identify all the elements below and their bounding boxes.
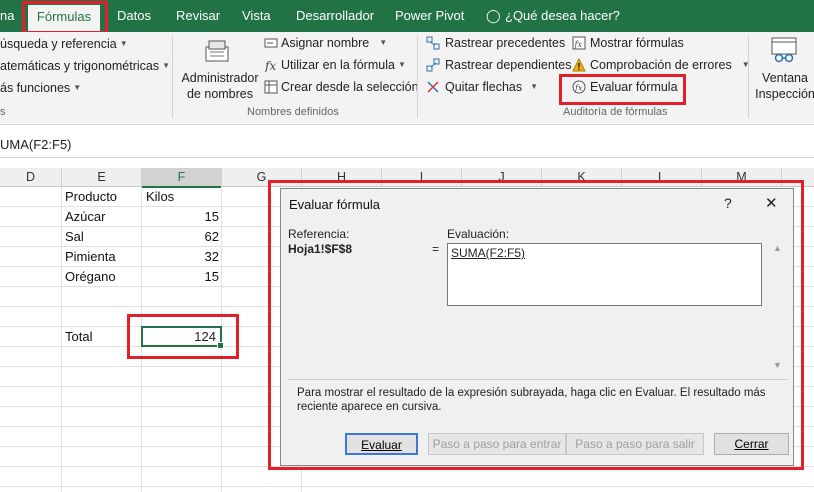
tab-inicio[interactable]: na (0, 8, 14, 23)
asignar-nombre-button[interactable]: Asignar nombre ▼ (281, 36, 387, 50)
svg-text:fx: fx (264, 59, 276, 72)
comprobacion-errores-button[interactable]: Comprobación de errores ▼ (590, 58, 750, 72)
ribbon-separator (748, 36, 749, 118)
error-checking-icon (572, 58, 586, 72)
ribbon-separator (172, 36, 173, 118)
highlight-tab-formulas (22, 1, 108, 34)
name-manager-icon (205, 40, 229, 62)
ribbon: úsqueda y referencia ▼ atemáticas y trigo… (0, 32, 814, 125)
trace-dependents-icon (426, 58, 440, 72)
col-header-d[interactable]: D (0, 168, 62, 187)
formula-bar-content[interactable]: UMA(F2:F5) (0, 137, 72, 152)
watch-window-icon (771, 37, 797, 63)
highlight-dialog (268, 180, 804, 470)
tab-desarrollador[interactable]: Desarrollador (296, 8, 374, 23)
tab-vista[interactable]: Vista (242, 8, 271, 23)
matematicas-button[interactable]: atemáticas y trigonométricas ▼ (0, 59, 170, 73)
define-name-icon (264, 38, 278, 48)
cell-f3[interactable]: 62 (142, 227, 219, 247)
cell-f1[interactable]: Kilos (146, 187, 174, 207)
svg-text:fx: fx (574, 40, 583, 49)
remove-arrows-icon (427, 81, 439, 93)
formula-bar[interactable]: UMA(F2:F5) (0, 133, 814, 158)
create-from-selection-icon (264, 80, 278, 94)
cell-e2[interactable]: Azúcar (65, 207, 105, 227)
cell-e3[interactable]: Sal (65, 227, 84, 247)
highlight-cell-f8 (127, 314, 239, 359)
crear-seleccion-button[interactable]: Crear desde la selección (281, 80, 419, 94)
col-header-f[interactable]: F (142, 168, 222, 188)
cell-e1[interactable]: Producto (65, 187, 117, 207)
tab-revisar[interactable]: Revisar (176, 8, 220, 23)
highlight-evaluar-formula (559, 74, 686, 105)
cell-f2[interactable]: 15 (142, 207, 219, 227)
ventana-inspeccion-button[interactable]: Ventana Inspección (753, 70, 814, 102)
cell-e8[interactable]: Total (65, 327, 92, 347)
cell-e4[interactable]: Pimienta (65, 247, 116, 267)
cell-f5[interactable]: 15 (142, 267, 219, 287)
quitar-flechas-button[interactable]: Quitar flechas ▼ (445, 80, 538, 94)
show-formulas-icon: fx (572, 36, 586, 50)
mas-funciones-button[interactable]: ás funciones ▼ (0, 81, 81, 95)
group-label-auditoria: Auditoría de fórmulas (563, 106, 668, 118)
mostrar-formulas-button[interactable]: Mostrar fórmulas (590, 36, 684, 50)
tell-me-box[interactable]: ¿Qué desea hacer? (505, 8, 620, 23)
rastrear-precedentes-button[interactable]: Rastrear precedentes (445, 36, 565, 50)
gridline (0, 486, 814, 487)
group-label-nombres: Nombres definidos (247, 106, 339, 118)
ribbon-tab-bar: na Fórmulas Datos Revisar Vista Desarrol… (0, 0, 814, 32)
ribbon-separator (417, 36, 418, 118)
utilizar-formula-button[interactable]: Utilizar en la fórmula ▼ (281, 58, 406, 72)
lightbulb-icon: ◯ (486, 8, 501, 23)
use-in-formula-icon: fx (264, 59, 276, 72)
rastrear-dependientes-button[interactable]: Rastrear dependientes (445, 58, 571, 72)
tab-power-pivot[interactable]: Power Pivot (395, 8, 464, 23)
grid-spacer (0, 158, 814, 168)
trace-precedents-icon (426, 36, 440, 50)
busqueda-referencia-button[interactable]: úsqueda y referencia ▼ (0, 37, 128, 51)
cell-f4[interactable]: 32 (142, 247, 219, 267)
name-manager-button[interactable]: Administrador de nombres (180, 70, 260, 102)
tab-datos[interactable]: Datos (117, 8, 151, 23)
group-label-biblioteca: s (0, 106, 6, 118)
cell-e5[interactable]: Orégano (65, 267, 116, 287)
col-header-e[interactable]: E (62, 168, 142, 187)
